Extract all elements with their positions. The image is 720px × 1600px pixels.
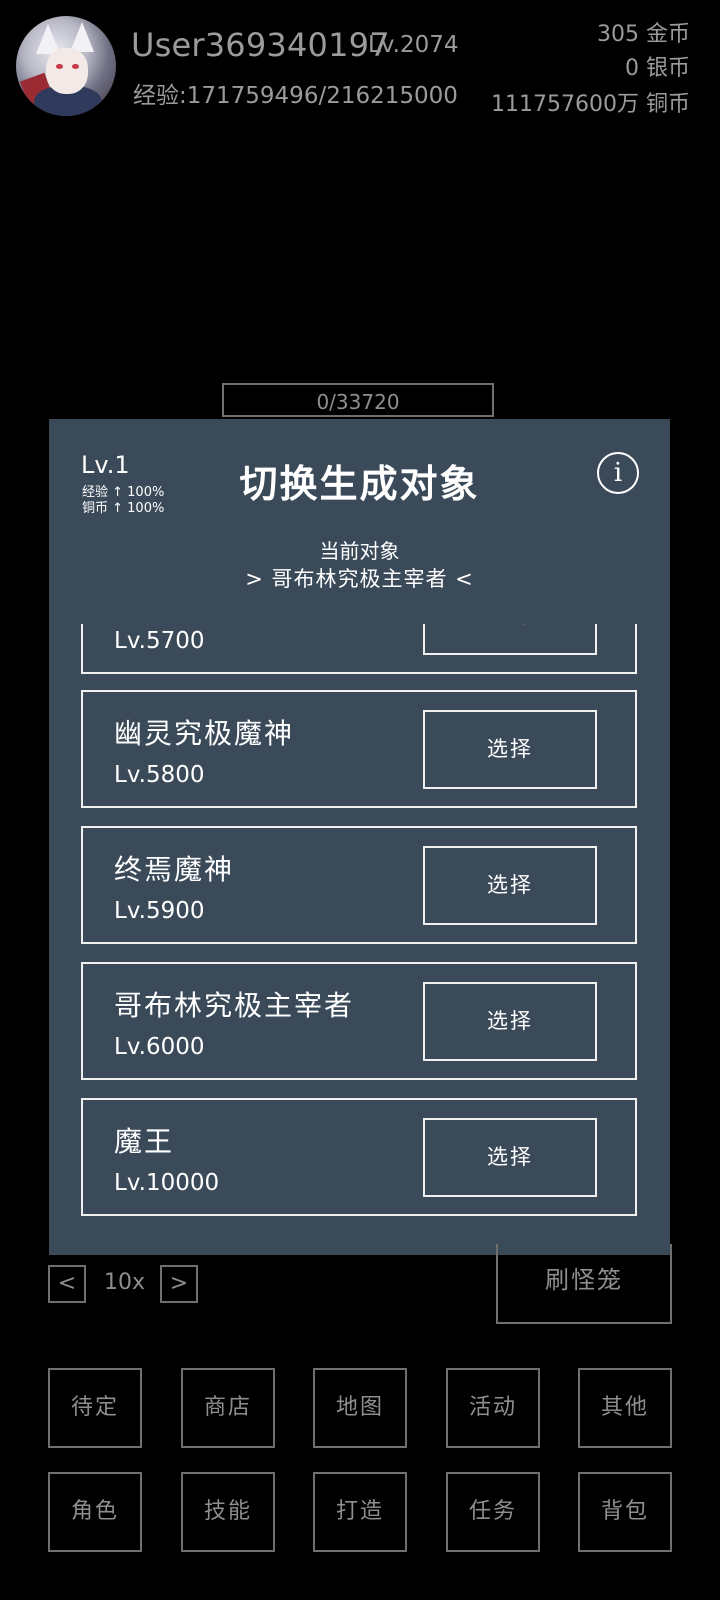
avatar-eye (56, 64, 63, 69)
current-target-name: > 哥布林究极主宰者 < (245, 567, 474, 591)
nav-forge[interactable]: 打造 (313, 1472, 407, 1552)
current-target-label: 当前对象 (319, 539, 400, 563)
target-level: Lv.10000 (114, 1170, 220, 1196)
target-level: Lv.5900 (114, 898, 205, 924)
select-button[interactable]: 选择 (423, 710, 597, 789)
list-item: 哥布林究极主宰者 Lv.6000 选择 (81, 962, 637, 1080)
copper-balance: 111757600万 铜币 (491, 92, 690, 117)
list-item: 终焉魔神 Lv.5900 选择 (81, 826, 637, 944)
next-multiplier-button[interactable]: > (160, 1265, 198, 1303)
target-name: 魔王 (114, 1125, 175, 1158)
list-item: Lv.5700 选择 (81, 624, 637, 674)
target-name: 哥布林究极主宰者 (114, 989, 355, 1022)
select-button[interactable]: 选择 (423, 1118, 597, 1197)
target-name: 幽灵究极魔神 (114, 717, 295, 750)
spawn-progress: 0/33720 (222, 383, 494, 417)
nav-map[interactable]: 地图 (313, 1368, 407, 1448)
nav-character[interactable]: 角色 (48, 1472, 142, 1552)
monster-cage-button[interactable]: 刷怪笼 (496, 1244, 672, 1324)
user-level: Lv.2074 (368, 32, 459, 58)
silver-balance: 0 银币 (625, 56, 690, 81)
nav-other[interactable]: 其他 (578, 1368, 672, 1448)
user-exp: 经验:171759496/216215000 (133, 83, 458, 109)
nav-pending[interactable]: 待定 (48, 1368, 142, 1448)
avatar-face (46, 48, 88, 94)
info-icon[interactable]: i (597, 452, 639, 494)
nav-shop[interactable]: 商店 (181, 1368, 275, 1448)
avatar[interactable] (16, 16, 116, 116)
spawn-multiplier: 10x (104, 1270, 146, 1295)
avatar-eye (72, 64, 79, 69)
nav-events[interactable]: 活动 (446, 1368, 540, 1448)
nav-quests[interactable]: 任务 (446, 1472, 540, 1552)
target-list[interactable]: Lv.5700 选择 幽灵究极魔神 Lv.5800 选择 终焉魔神 Lv.590… (81, 624, 641, 1244)
avatar-ear (70, 22, 94, 52)
select-button[interactable]: 选择 (423, 624, 597, 655)
target-level: Lv.5700 (114, 628, 205, 654)
username: User369340197 (131, 26, 390, 64)
list-item: 魔王 Lv.10000 选择 (81, 1098, 637, 1216)
target-level: Lv.6000 (114, 1034, 205, 1060)
select-button[interactable]: 选择 (423, 982, 597, 1061)
nav-bag[interactable]: 背包 (578, 1472, 672, 1552)
target-level: Lv.5800 (114, 762, 205, 788)
switch-target-modal: Lv.1 经验 ↑ 100% 铜币 ↑ 100% 切换生成对象 i 当前对象 >… (49, 419, 670, 1255)
nav-skills[interactable]: 技能 (181, 1472, 275, 1552)
list-item: 幽灵究极魔神 Lv.5800 选择 (81, 690, 637, 808)
target-name: 终焉魔神 (114, 853, 235, 886)
prev-multiplier-button[interactable]: < (48, 1265, 86, 1303)
select-button[interactable]: 选择 (423, 846, 597, 925)
gold-balance: 305 金币 (597, 22, 690, 47)
modal-title: 切换生成对象 (239, 461, 480, 506)
